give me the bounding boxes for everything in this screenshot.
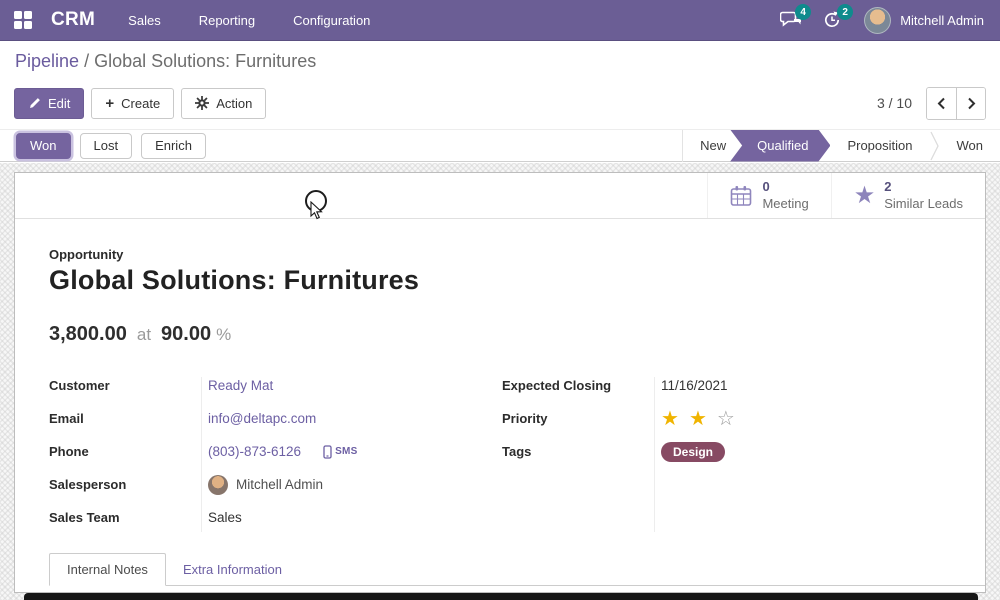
customer-link[interactable]: Ready Mat [208, 378, 273, 393]
breadcrumb-pipeline-link[interactable]: Pipeline [15, 51, 79, 71]
field-group-right: Expected Closing 11/16/2021 Priority ★★☆… [502, 375, 951, 540]
field-expected-closing: Expected Closing 11/16/2021 [502, 375, 951, 396]
tag-design[interactable]: Design [661, 442, 725, 462]
activities-badge: 2 [837, 4, 853, 20]
field-email: Email info@deltapc.com [49, 408, 486, 429]
form-sheet: Opportunity Global Solutions: Furnitures… [15, 219, 985, 540]
user-name: Mitchell Admin [900, 13, 984, 28]
meeting-label: Meeting [762, 196, 808, 212]
meeting-count: 0 [762, 179, 808, 195]
chevron-right-icon [967, 97, 976, 110]
top-navbar: CRM Sales Reporting Configuration 4 2 Mi… [0, 0, 1000, 41]
edit-button[interactable]: Edit [14, 88, 84, 119]
opportunity-title: Global Solutions: Furnitures [49, 265, 951, 296]
field-tags: Tags Design [502, 441, 951, 462]
salesperson-avatar [208, 475, 228, 495]
stage-separator-icon [930, 131, 940, 161]
percent-sign: % [216, 325, 231, 345]
field-priority: Priority ★★☆ [502, 408, 951, 429]
sms-button[interactable]: SMS [323, 445, 358, 459]
lost-button[interactable]: Lost [80, 133, 133, 159]
activities-button[interactable]: 2 [822, 10, 844, 30]
breadcrumb: Pipeline / Global Solutions: Furnitures [15, 51, 316, 72]
form-button-box: 0 Meeting ★ 2 Similar Leads [15, 173, 985, 219]
user-menu[interactable]: Mitchell Admin [864, 7, 984, 34]
mouse-cursor-icon [310, 201, 324, 220]
pager-count: 3 / 10 [877, 95, 912, 111]
messages-badge: 4 [795, 4, 811, 20]
action-button[interactable]: Action [181, 88, 266, 119]
mobile-phone-icon [323, 445, 332, 459]
tab-extra-information[interactable]: Extra Information [166, 554, 299, 585]
star-icon: ★ [854, 184, 876, 208]
won-button[interactable]: Won [16, 133, 71, 159]
control-panel: Pipeline / Global Solutions: Furnitures … [0, 41, 1000, 129]
at-label: at [137, 325, 151, 345]
record-type-label: Opportunity [49, 247, 951, 262]
main-menu: Sales Reporting Configuration [109, 0, 389, 41]
field-salesperson: Salesperson Mitchell Admin [49, 474, 486, 495]
navbar-right: 4 2 Mitchell Admin [780, 7, 1000, 34]
app-name[interactable]: CRM [51, 9, 95, 31]
stage-qualified[interactable]: Qualified [730, 130, 830, 162]
menu-configuration[interactable]: Configuration [274, 13, 389, 28]
star-filled-icon[interactable]: ★ [661, 409, 679, 429]
field-phone: Phone (803)-873-6126 SMS [49, 441, 486, 462]
apps-grid-icon[interactable] [14, 10, 34, 30]
plus-icon: + [105, 96, 114, 111]
calendar-icon [730, 185, 753, 207]
breadcrumb-separator: / [84, 51, 94, 71]
similar-leads-count: 2 [884, 179, 963, 195]
email-link[interactable]: info@deltapc.com [208, 411, 316, 426]
star-filled-icon[interactable]: ★ [689, 409, 707, 429]
enrich-button[interactable]: Enrich [141, 133, 206, 159]
pencil-icon [28, 97, 41, 110]
salesperson-name[interactable]: Mitchell Admin [236, 477, 323, 492]
meeting-stat-button[interactable]: 0 Meeting [707, 173, 830, 218]
field-groups: Customer Ready Mat Email info@deltapc.co… [49, 375, 951, 540]
revenue-row: 3,800.00 at 90.00 % [49, 323, 951, 346]
priority-stars: ★ ★ ☆ [661, 409, 737, 429]
messages-button[interactable]: 4 [780, 10, 802, 30]
sales-team-value[interactable]: Sales [208, 510, 242, 525]
button-row: Edit + Create Action [14, 87, 986, 119]
expected-closing-value[interactable]: 11/16/2021 [661, 378, 728, 393]
expected-revenue: 3,800.00 [49, 323, 127, 346]
menu-sales[interactable]: Sales [109, 13, 180, 28]
star-empty-icon[interactable]: ☆ [717, 409, 735, 429]
opportunity-form-card: 0 Meeting ★ 2 Similar Leads Opportunity … [14, 172, 986, 593]
stage-proposition[interactable]: Proposition [830, 130, 929, 162]
bottom-dark-bar [24, 593, 978, 600]
user-avatar [864, 7, 891, 34]
content-background: 0 Meeting ★ 2 Similar Leads Opportunity … [0, 163, 1000, 600]
pager: 3 / 10 [877, 87, 986, 120]
breadcrumb-current: Global Solutions: Furnitures [94, 51, 316, 71]
menu-reporting[interactable]: Reporting [180, 13, 274, 28]
similar-leads-label: Similar Leads [884, 196, 963, 212]
field-customer: Customer Ready Mat [49, 375, 486, 396]
stage-won[interactable]: Won [940, 130, 1000, 162]
field-group-left: Customer Ready Mat Email info@deltapc.co… [49, 375, 486, 540]
pager-previous-button[interactable] [927, 88, 956, 119]
probability-value: 90.00 [161, 323, 211, 346]
create-button[interactable]: + Create [91, 88, 174, 119]
similar-leads-stat-button[interactable]: ★ 2 Similar Leads [831, 173, 985, 218]
chevron-left-icon [937, 97, 946, 110]
pager-next-button[interactable] [956, 88, 985, 119]
phone-link[interactable]: (803)-873-6126 [208, 444, 301, 459]
tab-internal-notes[interactable]: Internal Notes [49, 553, 166, 586]
notebook-tabs: Internal Notes Extra Information [49, 553, 985, 586]
gear-icon [195, 96, 209, 110]
stage-ribbon: New Qualified Proposition Won [682, 130, 1000, 162]
status-bar: Won Lost Enrich New Qualified Propositio… [0, 129, 1000, 162]
field-sales-team: Sales Team Sales [49, 507, 486, 528]
